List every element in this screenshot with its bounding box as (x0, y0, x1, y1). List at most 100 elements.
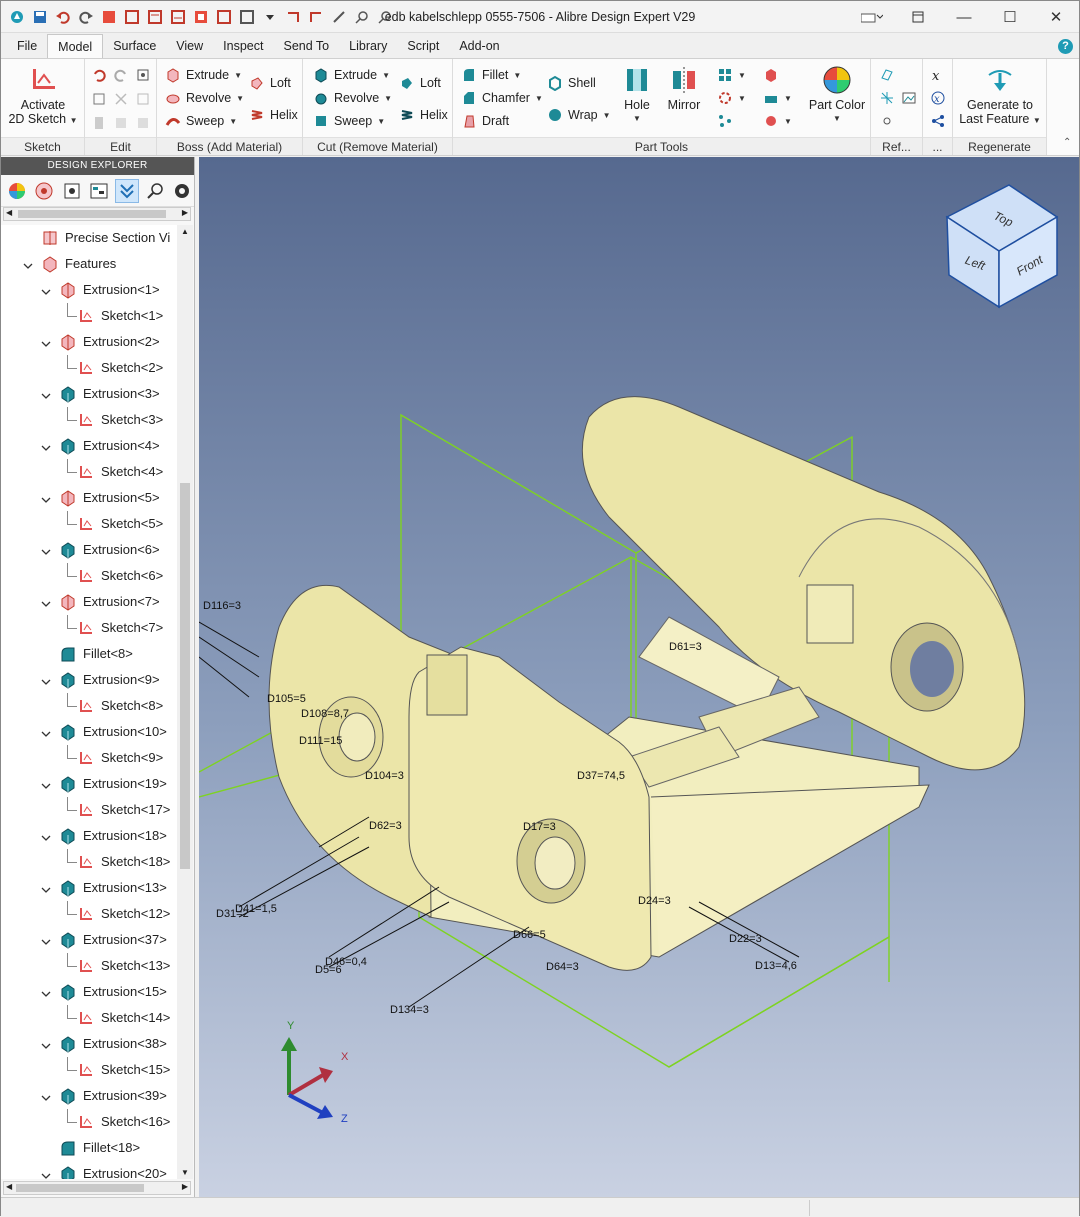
expand-toggle-icon[interactable] (59, 857, 69, 867)
expand-toggle-icon[interactable] (59, 415, 69, 425)
replace-face-button[interactable]: ▼ (763, 113, 792, 129)
boss-sweep-button[interactable]: Sweep ▼ (165, 113, 237, 129)
expand-toggle-icon[interactable] (41, 337, 51, 347)
find-icon[interactable] (143, 179, 167, 203)
ref-plane-icon[interactable] (879, 67, 895, 83)
pattern-sketch-button[interactable] (717, 113, 733, 129)
expand-toggle-icon[interactable] (23, 233, 33, 243)
dim-label[interactable]: D105=5 (267, 693, 306, 705)
wrap-button[interactable]: Wrap ▼ (547, 107, 611, 123)
explorer-bottom-hscrollbar[interactable]: ◀ ▶ (3, 1181, 191, 1195)
dim-label[interactable]: D5=6 (315, 964, 342, 976)
dim-label[interactable]: D104=3 (365, 770, 404, 782)
view-cube[interactable]: Top Left Front (945, 184, 1059, 309)
equation-icon[interactable]: x (930, 67, 946, 83)
expand-toggle-icon[interactable] (41, 649, 51, 659)
design-table-icon[interactable] (930, 113, 946, 129)
close-button[interactable]: ✕ (1033, 1, 1079, 33)
cut-extrude-button[interactable]: Extrude ▼ (313, 67, 390, 83)
minimize-button[interactable]: — (941, 1, 987, 33)
color-wheel-icon[interactable] (5, 179, 29, 203)
shell-button[interactable]: Shell (547, 75, 596, 91)
dim-label[interactable]: D22=3 (729, 933, 762, 945)
edit-delete-icon[interactable] (113, 91, 129, 107)
expand-toggle-icon[interactable] (23, 259, 33, 269)
help-icon[interactable]: ? (1058, 39, 1073, 54)
expand-toggle-icon[interactable] (41, 441, 51, 451)
expand-toggle-icon[interactable] (59, 909, 69, 919)
expand-toggle-icon[interactable] (59, 805, 69, 815)
menu-inspect[interactable]: Inspect (213, 34, 273, 58)
menu-send-to[interactable]: Send To (273, 34, 339, 58)
cut-helix-button[interactable]: Helix (399, 107, 448, 123)
expand-toggle-icon[interactable] (41, 389, 51, 399)
mirror-button[interactable]: Mirror (661, 65, 707, 112)
expand-toggle-icon[interactable] (41, 285, 51, 295)
menu-script[interactable]: Script (397, 34, 449, 58)
draft-button[interactable]: Draft (461, 113, 509, 129)
3d-viewport[interactable]: D116=3 D105=5 D108=8,7 D111=15 D104=3 D6… (198, 157, 1079, 1197)
edit-cut-icon[interactable] (113, 115, 129, 131)
menu-add-on[interactable]: Add-on (449, 34, 509, 58)
expand-toggle-icon[interactable] (41, 1169, 51, 1179)
expand-toggle-icon[interactable] (41, 1039, 51, 1049)
expand-toggle-icon[interactable] (59, 519, 69, 529)
dim-label[interactable]: D37=74,5 (577, 770, 625, 782)
boss-revolve-button[interactable]: Revolve ▼ (165, 90, 244, 106)
expand-toggle-icon[interactable] (59, 467, 69, 477)
expand-toggle-icon[interactable] (41, 831, 51, 841)
expand-toggle-icon[interactable] (41, 779, 51, 789)
boss-helix-button[interactable]: Helix (249, 107, 298, 123)
edit-settings-icon[interactable] (135, 67, 151, 83)
expand-toggle-icon[interactable] (59, 571, 69, 581)
dim-label[interactable]: D108=8,7 (301, 708, 349, 720)
expand-toggle-icon[interactable] (41, 987, 51, 997)
expand-toggle-icon[interactable] (59, 1013, 69, 1023)
ref-axis-icon[interactable] (879, 90, 895, 106)
edit-clipboard-icon[interactable] (91, 115, 107, 131)
boss-loft-button[interactable]: Loft (249, 75, 291, 91)
edit-select-icon[interactable] (135, 91, 151, 107)
expand-toggle-icon[interactable] (41, 1091, 51, 1101)
combine-button[interactable]: ▼ (763, 90, 792, 106)
tree-view-icon[interactable] (88, 179, 112, 203)
restore-layout-icon[interactable] (895, 1, 941, 33)
expand-toggle-icon[interactable] (41, 675, 51, 685)
properties-icon[interactable] (60, 179, 84, 203)
dim-label[interactable]: D66=5 (513, 929, 546, 941)
cut-revolve-button[interactable]: Revolve ▼ (313, 90, 392, 106)
dim-label[interactable]: D134=3 (390, 1004, 429, 1016)
expand-toggle-icon[interactable] (59, 623, 69, 633)
menu-library[interactable]: Library (339, 34, 397, 58)
edit-redo-icon[interactable] (113, 67, 129, 83)
expand-toggle-icon[interactable] (59, 701, 69, 711)
expand-toggle-icon[interactable] (41, 1143, 51, 1153)
activate-2d-sketch-button[interactable]: Activate 2D Sketch ▼ (5, 65, 81, 128)
generate-to-last-feature-button[interactable]: Generate to Last Feature ▼ (955, 65, 1045, 128)
expand-toggle-icon[interactable] (41, 727, 51, 737)
dim-label[interactable]: D62=3 (369, 820, 402, 832)
settings-gear-icon[interactable] (170, 179, 194, 203)
dim-label[interactable]: D116=3 (203, 600, 241, 612)
split-button[interactable] (763, 67, 779, 83)
pattern-linear-button[interactable]: ▼ (717, 67, 746, 83)
dim-label[interactable]: D64=3 (546, 961, 579, 973)
edit-paste-icon[interactable] (135, 115, 151, 131)
display-mode-icon[interactable] (849, 1, 895, 33)
expand-toggle-icon[interactable] (41, 883, 51, 893)
cut-sweep-button[interactable]: Sweep ▼ (313, 113, 385, 129)
edit-copy-icon[interactable] (91, 91, 107, 107)
chamfer-button[interactable]: Chamfer ▼ (461, 90, 543, 106)
expand-toggle-icon[interactable] (41, 597, 51, 607)
dim-label[interactable]: D41=1,5 (235, 903, 277, 915)
menu-model[interactable]: Model (47, 34, 104, 59)
pattern-circular-button[interactable]: ▼ (717, 90, 746, 106)
boss-extrude-button[interactable]: Extrude ▼ (165, 67, 242, 83)
menu-view[interactable]: View (166, 34, 213, 58)
expand-toggle-icon[interactable] (41, 493, 51, 503)
fillet-button[interactable]: Fillet ▼ (461, 67, 521, 83)
parameters-icon[interactable]: x (930, 90, 946, 106)
expand-toggle-icon[interactable] (59, 1065, 69, 1075)
expand-toggle-icon[interactable] (41, 545, 51, 555)
expand-toggle-icon[interactable] (59, 1117, 69, 1127)
